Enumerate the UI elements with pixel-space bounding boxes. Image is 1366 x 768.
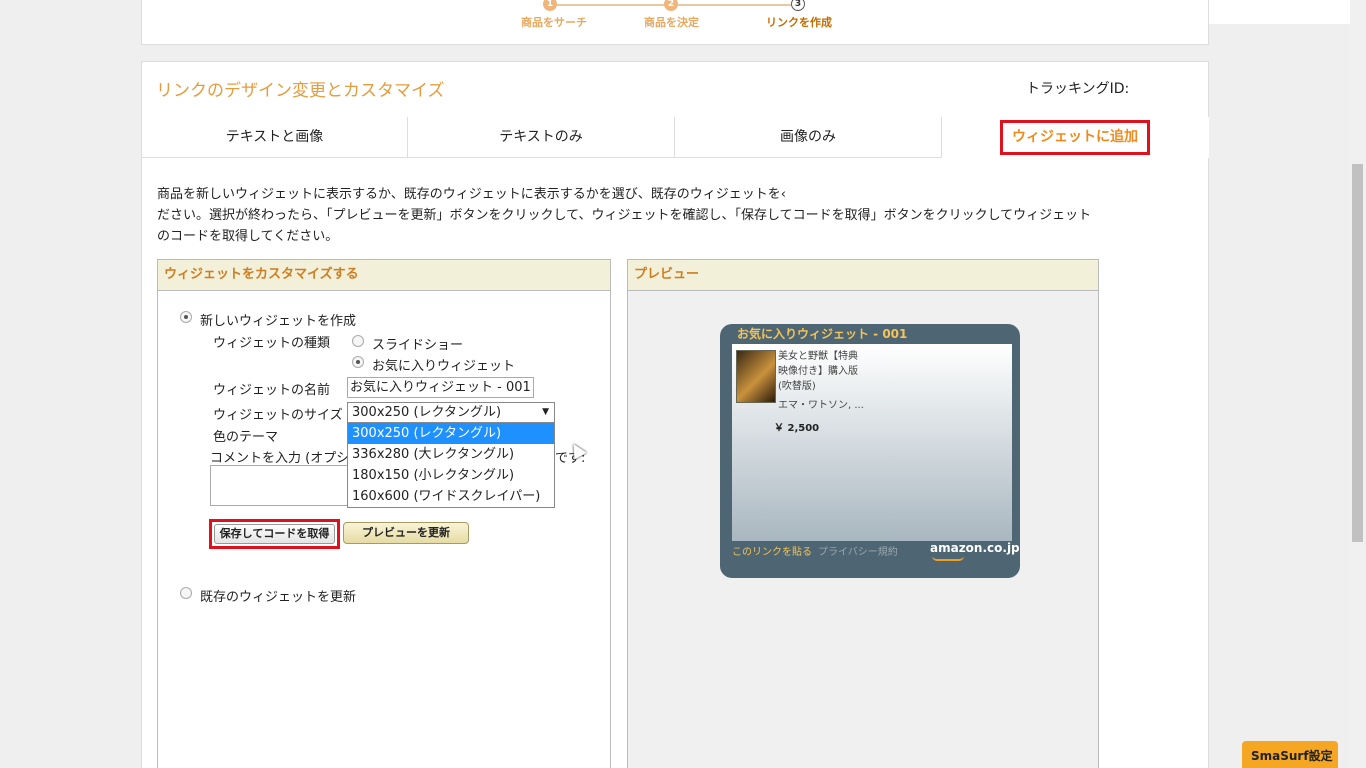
- favorite-widget-radio[interactable]: [352, 356, 364, 368]
- paste-link-link[interactable]: このリンクを貼る: [732, 543, 812, 558]
- amazon-smile-icon: [932, 556, 964, 561]
- widget-name-label: ウィジェットの名前: [213, 383, 331, 398]
- step-connector: [557, 4, 670, 6]
- tab-add-to-widget-label: ウィジェットに追加: [1000, 120, 1150, 155]
- product-cover-image[interactable]: [736, 350, 776, 403]
- amazon-logo: amazon.co.jp: [930, 541, 1020, 555]
- product-title-line: (吹替版): [778, 381, 816, 392]
- comment-textarea[interactable]: [210, 465, 350, 506]
- instructions-text: 商品を新しいウィジェットに表示するか、既存のウィジェットに表示するかを選び、既存…: [157, 184, 1117, 247]
- card-header: リンクのデザイン変更とカスタマイズ トラッキングID:: [142, 62, 1208, 118]
- favorite-widget-label: お気に入りウィジェット: [372, 359, 516, 374]
- save-and-get-code-label: 保存してコードを取得: [214, 524, 335, 544]
- product-author: エマ・ワトソン, ...: [778, 400, 864, 411]
- preview-panel-title: プレビュー: [628, 260, 1098, 291]
- tab-image-only[interactable]: 画像のみ: [675, 117, 942, 158]
- widget-preview-title: お気に入りウィジェット - 001: [737, 327, 908, 341]
- slideshow-radio[interactable]: [352, 335, 364, 347]
- tab-text-only[interactable]: テキストのみ: [408, 117, 675, 158]
- comment-label: コメントを入力 (オプシ: [210, 451, 350, 466]
- save-and-get-code-button[interactable]: 保存してコードを取得: [209, 519, 340, 549]
- step-3-marker: 3: [791, 0, 805, 11]
- size-option[interactable]: 300x250 (レクタングル): [348, 423, 554, 444]
- size-option[interactable]: 336x280 (大レクタングル): [348, 444, 554, 465]
- privacy-link[interactable]: プライバシー規約: [818, 543, 898, 558]
- step-1-label: 商品をサーチ: [521, 16, 587, 29]
- top-bar: [1209, 0, 1350, 24]
- widget-size-dropdown[interactable]: 300x250 (レクタングル) 336x280 (大レクタングル) 180x1…: [347, 422, 555, 508]
- widget-preview: お気に入りウィジェット - 001 美女と野獣【特典 映像付き】購入版 (吹替版…: [720, 324, 1020, 578]
- product-price: ￥ 2,500: [774, 423, 820, 434]
- chevron-down-icon: ▼: [542, 407, 549, 417]
- page-title: リンクのデザイン変更とカスタマイズ: [156, 81, 445, 101]
- progress-steps-panel: 1 2 3 商品をサーチ 商品を決定 リンクを作成: [141, 0, 1209, 45]
- widget-size-select[interactable]: 300x250 (レクタングル) ▼: [347, 402, 555, 423]
- widget-type-label: ウィジェットの種類: [213, 336, 331, 351]
- instructions-line: のコードを取得してください。: [157, 229, 339, 244]
- customize-panel-title: ウィジェットをカスタマイズする: [158, 260, 610, 291]
- link-customize-card: リンクのデザイン変更とカスタマイズ トラッキングID: テキストと画像 テキスト…: [141, 61, 1209, 768]
- size-option[interactable]: 180x150 (小レクタングル): [348, 465, 554, 486]
- link-type-tabs: テキストと画像 テキストのみ 画像のみ ウィジェットに追加: [142, 117, 1209, 158]
- step-2-label: 商品を決定: [644, 16, 699, 29]
- customize-widget-panel: ウィジェットをカスタマイズする 新しいウィジェットを作成 ウィジェットの種類 ス…: [157, 259, 611, 768]
- slideshow-label: スライドショー: [372, 338, 464, 353]
- tab-add-to-widget[interactable]: ウィジェットに追加: [942, 117, 1209, 158]
- product-title[interactable]: 美女と野獣【特典 映像付き】購入版 (吹替版): [778, 349, 858, 394]
- product-title-line: 映像付き】購入版: [778, 366, 858, 377]
- tab-text-and-image[interactable]: テキストと画像: [142, 117, 408, 158]
- widget-size-label: ウィジェットのサイズ: [213, 408, 343, 423]
- step-connector: [678, 4, 791, 6]
- widget-name-input[interactable]: お気に入りウィジェット - 001: [347, 377, 534, 398]
- new-widget-radio[interactable]: [180, 311, 192, 323]
- scrollbar-thumb[interactable]: [1352, 164, 1363, 542]
- tracking-id-label: トラッキングID:: [1026, 81, 1130, 97]
- update-preview-button[interactable]: プレビューを更新: [343, 522, 469, 544]
- existing-widget-radio[interactable]: [180, 587, 192, 599]
- step-3-label: リンクを作成: [766, 16, 832, 29]
- product-title-line: 美女と野獣【特典: [778, 351, 858, 362]
- widget-preview-body: 美女と野獣【特典 映像付き】購入版 (吹替版) エマ・ワトソン, ... ￥ 2…: [732, 344, 1012, 541]
- instructions-line: 商品を新しいウィジェットに表示するか、既存のウィジェットに表示するかを選び、既存…: [157, 187, 786, 202]
- instructions-line: ださい。選択が終わったら、「プレビューを更新」ボタンをクリックして、ウィジェット…: [157, 208, 1092, 223]
- step-1-marker: 1: [543, 0, 557, 11]
- step-2-marker: 2: [664, 0, 678, 11]
- widget-size-selected: 300x250 (レクタングル): [352, 405, 502, 420]
- size-option[interactable]: 160x600 (ワイドスクレイパー): [348, 486, 554, 507]
- existing-widget-label: 既存のウィジェットを更新: [200, 590, 357, 605]
- preview-panel: プレビュー お気に入りウィジェット - 001 美女と野獣【特典 映像付き】購入…: [627, 259, 1099, 768]
- smasurf-settings-button[interactable]: SmaSurf設定: [1242, 741, 1338, 768]
- color-theme-label: 色のテーマ: [213, 430, 279, 445]
- new-widget-label: 新しいウィジェットを作成: [200, 314, 357, 329]
